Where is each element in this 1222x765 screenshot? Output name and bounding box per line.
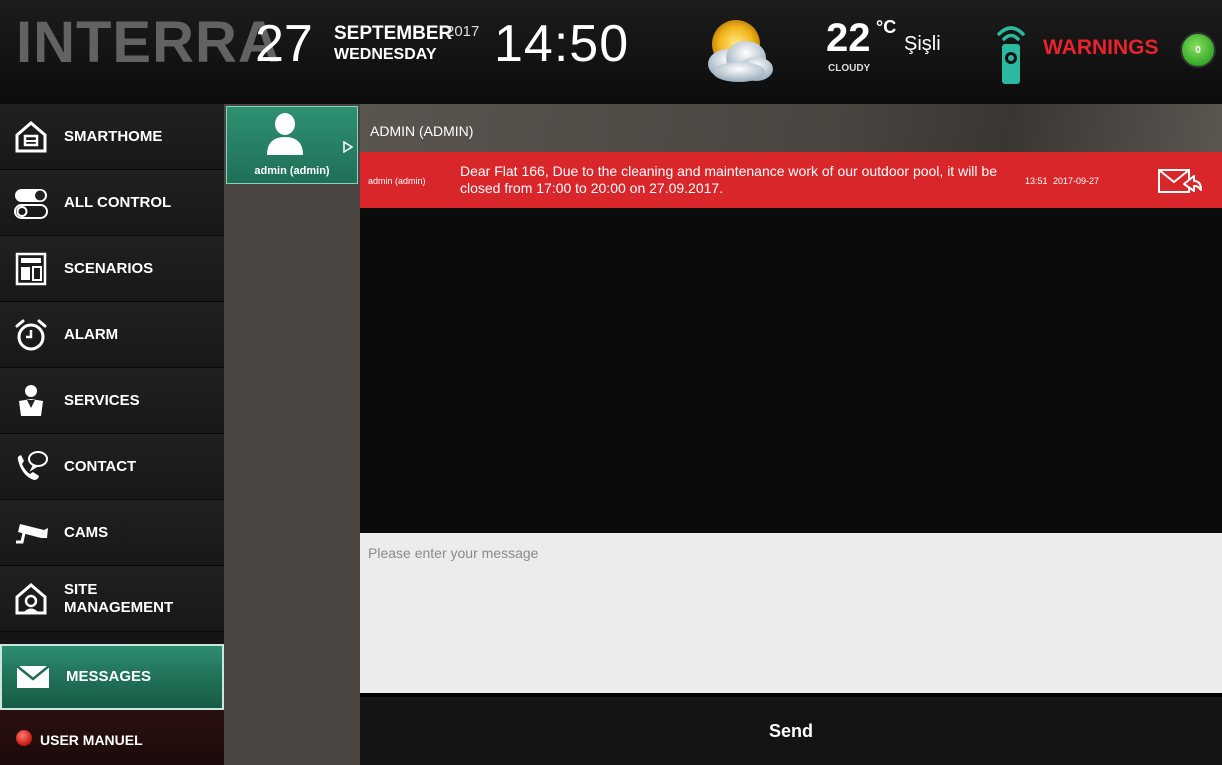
user-manual-button[interactable]: USER MANUEL: [0, 710, 224, 765]
nav-label-contact: CONTACT: [64, 457, 137, 475]
nav-item-messages[interactable]: MESSAGES: [0, 644, 224, 710]
message-text: Dear Flat 166, Due to the cleaning and m…: [460, 163, 997, 196]
nav-label-scenarios: SCENARIOS: [64, 259, 154, 277]
nav-label-cams: CAMS: [64, 523, 109, 541]
camera-icon: [16, 523, 48, 543]
chat-header: ADMIN (ADMIN): [360, 104, 1222, 152]
warnings-label[interactable]: WARNINGS: [1043, 37, 1159, 58]
nav-label-services: SERVICES: [64, 391, 140, 409]
contact-item-admin[interactable]: admin (admin): [226, 106, 358, 184]
temperature-unit: °C: [876, 17, 897, 37]
nav-item-services[interactable]: SERVICES: [0, 368, 224, 434]
clock-time: 14:50: [494, 15, 630, 73]
warnings-count-badge[interactable]: 0: [1180, 32, 1216, 68]
envelope-icon: [16, 665, 50, 688]
nav-label-smarthome: SMARTHOME: [64, 127, 163, 145]
send-button[interactable]: Send: [360, 697, 1222, 765]
nav-item-contact[interactable]: CONTACT: [0, 434, 224, 500]
nav-item-cams[interactable]: CAMS: [0, 500, 224, 566]
weather-condition: CLOUDY: [828, 63, 871, 74]
message-row[interactable]: admin (admin) Dear Flat 166, Due to the …: [360, 152, 1222, 208]
scenario-panel-icon: [15, 252, 47, 285]
message-input[interactable]: [360, 533, 1222, 693]
nav-label-site-management: SITE MANAGEMENT: [64, 581, 173, 616]
play-arrow-icon: [343, 141, 353, 153]
message-contact-list: admin (admin): [224, 104, 360, 765]
manual-dot-icon: [16, 730, 32, 746]
temperature-value: 22: [826, 16, 871, 60]
nav-label-alarm: ALARM: [64, 325, 119, 343]
date-weekday: WEDNESDAY: [334, 46, 437, 63]
user-manual-label: USER MANUEL: [40, 732, 143, 748]
phone-bubble-icon: [17, 450, 48, 480]
weather-city: Şişli: [904, 33, 941, 55]
remote-signal-icon[interactable]: [994, 22, 1028, 86]
nav-label-all-control: ALL CONTROL: [64, 193, 172, 211]
message-time: 13:51: [1025, 176, 1048, 186]
date-day: 27: [255, 15, 313, 73]
nav-label-messages: MESSAGES: [66, 668, 152, 686]
nav-item-all-control[interactable]: ALL CONTROL: [0, 170, 224, 236]
send-bar: Send: [360, 697, 1222, 765]
alarm-clock-icon: [15, 319, 47, 350]
top-status-bar: INTERRA 27 SEPTEMBER 2017 WEDNESDAY 14:5…: [0, 0, 1222, 104]
chat-title: ADMIN (ADMIN): [370, 123, 474, 139]
date-year: 2017: [446, 23, 480, 40]
partly-cloudy-icon: [708, 20, 773, 82]
message-date: 2017-09-27: [1053, 176, 1100, 186]
house-icon: [15, 120, 47, 152]
nav-item-scenarios[interactable]: SCENARIOS: [0, 236, 224, 302]
nav-item-smarthome[interactable]: SMARTHOME: [0, 104, 224, 170]
toggle-icon: [14, 188, 48, 219]
interra-logo: INTERRA: [16, 10, 281, 75]
service-person-icon: [19, 384, 43, 416]
nav-label-management: MANAGEMENT: [64, 598, 174, 616]
contact-name: admin (admin): [254, 165, 330, 177]
site-house-icon: [15, 582, 47, 614]
nav-label-site: SITE: [64, 581, 98, 599]
nav-item-alarm[interactable]: ALARM: [0, 302, 224, 368]
main-nav-sidebar: SMARTHOME ALL CONTROL SCENARIOS ALARM SE…: [0, 104, 224, 765]
message-sender: admin (admin): [368, 176, 426, 186]
nav-item-site-management[interactable]: SITE MANAGEMENT: [0, 566, 224, 632]
message-history-area: [360, 208, 1222, 533]
date-month: SEPTEMBER: [334, 23, 453, 44]
user-avatar-icon: [267, 113, 303, 155]
reply-envelope-icon[interactable]: [1158, 166, 1202, 196]
